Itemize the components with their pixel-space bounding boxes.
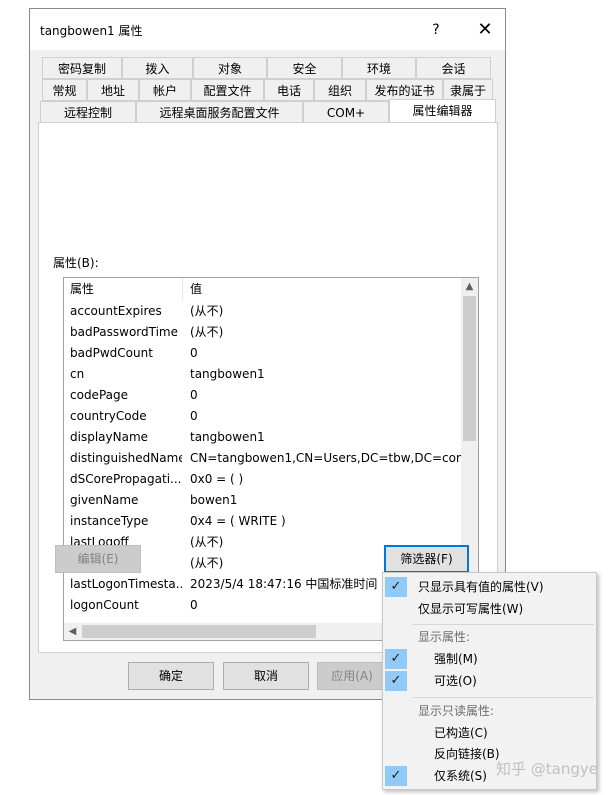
edit-button[interactable]: 编辑(E) xyxy=(55,545,141,573)
apply-button[interactable]: 应用(A) xyxy=(317,662,387,690)
attribute-name: displayName xyxy=(70,430,149,444)
tab-security[interactable]: 安全 xyxy=(267,57,342,79)
attribute-name: logonCount xyxy=(70,598,139,612)
menu-separator xyxy=(413,697,594,698)
ok-button[interactable]: 确定 xyxy=(128,662,214,690)
attribute-name: instanceType xyxy=(70,514,149,528)
attribute-name: cn xyxy=(70,367,85,381)
menu-item-constructed[interactable]: 已构造(C) xyxy=(383,722,596,744)
tab-dial-in[interactable]: 拨入 xyxy=(122,57,193,79)
attribute-name: countryCode xyxy=(70,409,147,423)
tab-object[interactable]: 对象 xyxy=(193,57,267,79)
vertical-scroll-thumb[interactable] xyxy=(463,296,476,441)
filter-button[interactable]: 筛选器(F) xyxy=(384,545,469,573)
attribute-value: bowen1 xyxy=(190,493,238,507)
attribute-value: 0 xyxy=(190,409,198,423)
attribute-value: 0x4 = ( WRITE ) xyxy=(190,514,286,528)
attribute-name: badPwdCount xyxy=(70,346,153,360)
scroll-left-arrow-icon[interactable]: ◀ xyxy=(64,623,81,640)
checkmark-icon: ✓ xyxy=(385,671,407,691)
table-row[interactable]: instanceType 0x4 = ( WRITE ) xyxy=(64,511,461,532)
column-header-value[interactable]: 值 xyxy=(190,278,202,300)
checkmark-icon: ✓ xyxy=(385,577,407,597)
menu-separator xyxy=(413,624,594,625)
tab-attribute-editor[interactable]: 属性编辑器 xyxy=(389,99,496,123)
tab-address[interactable]: 地址 xyxy=(87,79,139,101)
attribute-value: (从不) xyxy=(190,325,224,339)
attribute-value: (从不) xyxy=(190,556,224,570)
attribute-value: 0 xyxy=(190,388,198,402)
menu-item-optional[interactable]: ✓ 可选(O) xyxy=(383,670,596,692)
attribute-name: accountExpires xyxy=(70,304,162,318)
menu-section-show-attributes: 显示属性: xyxy=(418,630,471,644)
table-row[interactable]: dSCorePropagati... 0x0 = ( ) xyxy=(64,469,461,490)
attribute-name: lastLogonTimesta... xyxy=(70,577,182,591)
header-divider xyxy=(182,278,183,300)
attribute-value: 2023/5/4 18:47:16 中国标准时间 xyxy=(190,577,378,591)
tab-remote-control[interactable]: 远程控制 xyxy=(40,101,136,123)
attribute-value: (从不) xyxy=(190,304,224,318)
attribute-name: dSCorePropagati... xyxy=(70,472,182,486)
menu-item-mandatory[interactable]: ✓ 强制(M) xyxy=(383,648,596,670)
tab-organization[interactable]: 组织 xyxy=(314,79,366,101)
table-row[interactable]: givenName bowen1 xyxy=(64,490,461,511)
attribute-value: tangbowen1 xyxy=(190,430,265,444)
tab-sessions[interactable]: 会话 xyxy=(416,57,491,79)
table-row[interactable]: countryCode 0 xyxy=(64,406,461,427)
tab-profile[interactable]: 配置文件 xyxy=(191,79,264,101)
close-button[interactable]: ✕ xyxy=(465,16,505,44)
attribute-name: badPasswordTime xyxy=(70,325,179,339)
tab-telephones[interactable]: 电话 xyxy=(264,79,314,101)
menu-item-show-only-valued[interactable]: ✓ 只显示具有值的属性(V) xyxy=(383,576,596,598)
table-row[interactable]: distinguishedName CN=tangbowen1,CN=Users,… xyxy=(64,448,461,469)
watermark: 知乎 @tangye xyxy=(496,760,598,778)
table-row[interactable]: badPasswordTime (从不) xyxy=(64,322,461,343)
tab-general[interactable]: 常规 xyxy=(42,79,87,101)
title-bar: tangbowen1 属性 ? ✕ xyxy=(30,9,505,50)
attribute-value: 0 xyxy=(190,346,198,360)
table-row[interactable]: displayName tangbowen1 xyxy=(64,427,461,448)
table-row[interactable]: badPwdCount 0 xyxy=(64,343,461,364)
cancel-button[interactable]: 取消 xyxy=(223,662,309,690)
tab-account[interactable]: 帐户 xyxy=(139,79,191,101)
attribute-value: CN=tangbowen1,CN=Users,DC=tbw,DC=com xyxy=(190,451,461,465)
attribute-value: tangbowen1 xyxy=(190,367,265,381)
column-header-attribute[interactable]: 属性 xyxy=(70,278,94,300)
attribute-value: (从不) xyxy=(190,535,224,549)
tab-member-of[interactable]: 隶属于 xyxy=(443,79,493,101)
attribute-value: 0 xyxy=(190,598,198,612)
tab-password-replication[interactable]: 密码复制 xyxy=(42,57,122,79)
horizontal-scroll-thumb[interactable] xyxy=(82,625,316,638)
table-row[interactable]: codePage 0 xyxy=(64,385,461,406)
attribute-value: 0x0 = ( ) xyxy=(190,472,244,486)
menu-section-show-readonly: 显示只读属性: xyxy=(418,704,495,718)
tab-environment[interactable]: 环境 xyxy=(342,57,416,79)
tab-rds-profile[interactable]: 远程桌面服务配置文件 xyxy=(136,101,303,123)
menu-item-show-only-writable[interactable]: 仅显示可写属性(W) xyxy=(383,598,596,620)
attribute-name: givenName xyxy=(70,493,139,507)
checkmark-icon: ✓ xyxy=(385,766,407,786)
table-row[interactable]: cn tangbowen1 xyxy=(64,364,461,385)
table-row[interactable]: accountExpires (从不) xyxy=(64,301,461,322)
attributes-label: 属性(B): xyxy=(53,256,99,270)
attribute-name: codePage xyxy=(70,388,128,402)
dialog-title: tangbowen1 属性 xyxy=(40,24,143,38)
attribute-name: distinguishedName xyxy=(70,451,182,465)
checkmark-icon: ✓ xyxy=(385,649,407,669)
tab-published-certificates[interactable]: 发布的证书 xyxy=(366,79,443,101)
scroll-up-arrow-icon[interactable]: ▲ xyxy=(461,278,478,295)
help-button[interactable]: ? xyxy=(422,16,450,44)
tab-com-plus[interactable]: COM+ xyxy=(303,101,389,123)
